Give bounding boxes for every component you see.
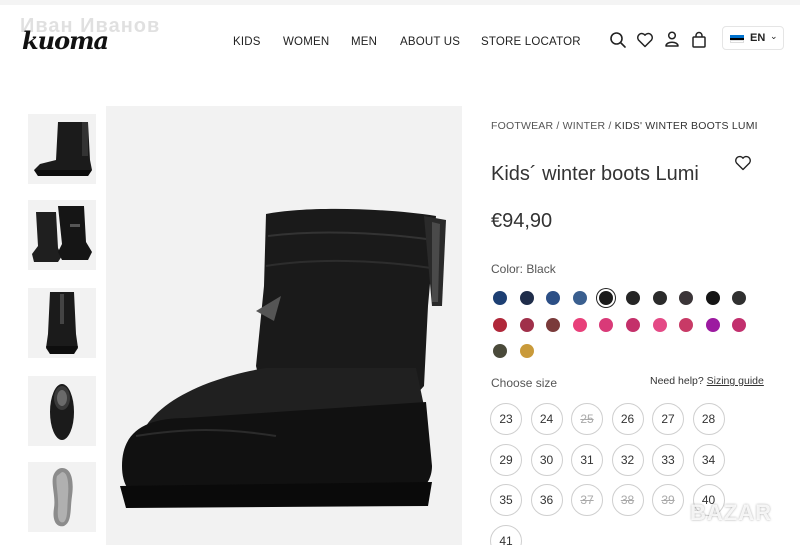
chevron-down-icon: ⌄ bbox=[770, 31, 778, 41]
size-option[interactable]: 31 bbox=[571, 443, 603, 476]
product-title: Kids´ winter boots Lumi bbox=[491, 163, 699, 185]
nav-women[interactable]: WOMEN bbox=[283, 36, 329, 48]
boot-back-thumbnail-image bbox=[46, 292, 78, 354]
size-option[interactable]: 34 bbox=[692, 443, 725, 476]
color-swatch[interactable] bbox=[546, 291, 561, 305]
size-option[interactable]: 36 bbox=[530, 484, 563, 516]
color-swatch[interactable] bbox=[732, 317, 747, 332]
top-bar bbox=[0, 0, 800, 5]
boot-sole-thumbnail-image bbox=[52, 468, 73, 527]
size-label: Choose size bbox=[491, 376, 558, 390]
color-swatch[interactable] bbox=[493, 317, 507, 332]
nav-about-us[interactable]: ABOUT US bbox=[400, 36, 460, 48]
color-swatch[interactable] bbox=[705, 317, 720, 332]
boot-side-image bbox=[120, 208, 446, 508]
language-selector[interactable]: EN ⌄ bbox=[722, 26, 784, 50]
size-option[interactable]: 28 bbox=[692, 403, 725, 435]
size-option[interactable]: 33 bbox=[652, 443, 684, 476]
search-icon[interactable] bbox=[609, 31, 627, 49]
color-swatch[interactable] bbox=[626, 317, 640, 332]
breadcrumb-current: KIDS' WINTER BOOTS LUMI bbox=[614, 120, 758, 132]
estonia-flag-icon bbox=[730, 35, 744, 43]
language-code: EN bbox=[750, 32, 766, 44]
size-option[interactable]: 27 bbox=[652, 403, 684, 435]
size-option[interactable]: 35 bbox=[490, 484, 522, 516]
site-header: Иван Иванов kuoma KIDS WOMEN MEN ABOUT U… bbox=[0, 0, 800, 80]
color-swatch[interactable] bbox=[572, 317, 587, 332]
user-icon[interactable] bbox=[663, 30, 681, 48]
site-logo[interactable]: kuoma bbox=[22, 26, 109, 55]
thumbnail-sole[interactable] bbox=[28, 462, 96, 532]
thumbnail-top[interactable] bbox=[28, 376, 96, 446]
nav-kids[interactable]: KIDS bbox=[233, 36, 261, 48]
size-option[interactable]: 30 bbox=[530, 443, 563, 476]
product-price: €94,90 bbox=[491, 210, 553, 232]
nav-men[interactable]: MEN bbox=[351, 36, 377, 48]
color-swatch[interactable] bbox=[493, 291, 507, 305]
color-swatch[interactable] bbox=[652, 291, 667, 305]
size-option[interactable]: 41 bbox=[490, 524, 522, 545]
breadcrumb-separator: / bbox=[608, 120, 612, 132]
size-option[interactable]: 38 bbox=[611, 484, 644, 516]
color-swatch[interactable] bbox=[705, 291, 720, 305]
color-swatch[interactable] bbox=[546, 317, 561, 332]
sizing-help: Need help? Sizing guide bbox=[650, 375, 764, 387]
thumbnail-back[interactable] bbox=[28, 288, 96, 358]
color-swatch[interactable] bbox=[493, 344, 507, 358]
size-option[interactable]: 25 bbox=[571, 403, 603, 435]
size-option[interactable]: 37 bbox=[571, 484, 603, 516]
color-swatch[interactable] bbox=[519, 291, 534, 305]
breadcrumb-winter[interactable]: WINTER bbox=[563, 120, 606, 132]
color-swatch[interactable] bbox=[626, 291, 640, 305]
size-option[interactable]: 32 bbox=[611, 443, 644, 476]
bazar-watermark: BAZAR bbox=[690, 500, 772, 525]
breadcrumb: FOOTWEAR / WINTER / KIDS' WINTER BOOTS L… bbox=[491, 120, 758, 132]
size-option[interactable]: 23 bbox=[490, 403, 522, 435]
boot-side-thumbnail-image bbox=[34, 122, 92, 176]
heart-icon[interactable] bbox=[636, 31, 654, 49]
add-to-wishlist-heart-icon[interactable] bbox=[734, 154, 752, 172]
sizing-guide-link[interactable]: Sizing guide bbox=[707, 375, 764, 387]
help-text: Need help? bbox=[650, 375, 704, 387]
thumbnail-side[interactable] bbox=[28, 114, 96, 184]
bag-icon[interactable] bbox=[690, 31, 708, 49]
size-option[interactable]: 26 bbox=[611, 403, 644, 435]
breadcrumb-footwear[interactable]: FOOTWEAR bbox=[491, 120, 553, 132]
size-option[interactable]: 29 bbox=[490, 443, 522, 476]
size-option[interactable]: 24 bbox=[530, 403, 563, 435]
product-main-image[interactable] bbox=[106, 106, 462, 545]
color-swatch[interactable] bbox=[572, 291, 587, 305]
color-swatch[interactable] bbox=[599, 291, 614, 305]
breadcrumb-separator: / bbox=[556, 120, 560, 132]
nav-store-locator[interactable]: STORE LOCATOR bbox=[481, 36, 581, 48]
color-swatch[interactable] bbox=[679, 317, 694, 332]
boot-top-thumbnail-image bbox=[50, 384, 74, 440]
color-swatch[interactable] bbox=[519, 317, 534, 332]
boot-pair-thumbnail-image bbox=[32, 206, 92, 262]
thumbnail-pair[interactable] bbox=[28, 200, 96, 270]
color-swatch[interactable] bbox=[599, 317, 614, 332]
color-swatch[interactable] bbox=[679, 291, 694, 305]
color-swatch[interactable] bbox=[652, 317, 667, 332]
color-swatch[interactable] bbox=[732, 291, 747, 305]
color-swatch[interactable] bbox=[519, 344, 534, 358]
size-option[interactable]: 39 bbox=[652, 484, 684, 516]
color-label: Color: Black bbox=[491, 262, 556, 276]
